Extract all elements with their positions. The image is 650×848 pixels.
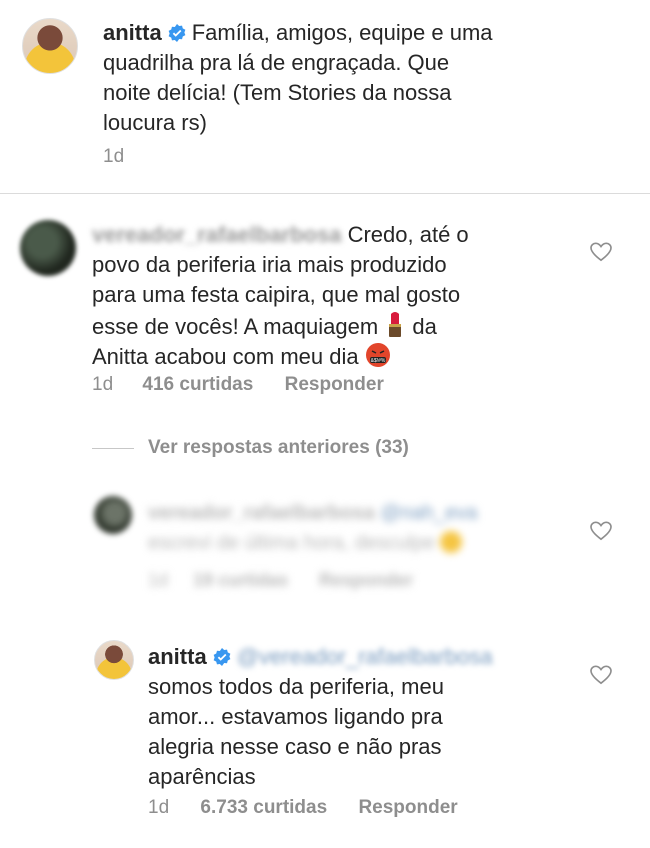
reply2-mention[interactable]: @vereador_rafaelbarbosa <box>237 644 493 669</box>
reply2-time: 1d <box>148 797 170 818</box>
comment1-likes[interactable]: 416 curtidas <box>142 374 253 395</box>
reply2-meta: 1d 6.733 curtidas Responder <box>148 797 458 819</box>
view-previous-replies[interactable]: Ver respostas anteriores (33) <box>148 437 409 459</box>
comment1-body: vereador_rafaelbarbosa Credo, até o povo… <box>92 220 572 372</box>
caption-avatar[interactable] <box>22 18 78 74</box>
reply1-avatar[interactable] <box>94 496 132 534</box>
comment1-avatar[interactable] <box>20 220 76 276</box>
reply2-verified-badge-icon <box>213 648 231 666</box>
reply2-line-3: alegria nesse caso e não pras <box>148 734 442 759</box>
reply1-text: escrevi de última hora, desculpe <box>148 532 435 554</box>
caption-divider <box>0 193 650 194</box>
reply1-time: 1d <box>148 570 169 590</box>
comment1-like-heart-icon[interactable] <box>590 242 612 262</box>
reply2-line-1: somos todos da periferia, meu <box>148 674 444 699</box>
caption-username[interactable]: anitta <box>103 20 162 45</box>
reply1-reply-button[interactable]: Responder <box>319 570 413 590</box>
caption-line-4: loucura rs) <box>103 110 207 135</box>
reply1-likes[interactable]: 19 curtidas <box>193 570 288 590</box>
reply2-line-4: aparências <box>148 764 256 789</box>
comment1-line-4: esse de vocês! A maquiagem <box>92 314 379 339</box>
reply1-emoji-icon <box>440 531 463 553</box>
reply1-meta: 1d 19 curtidas Responder <box>148 570 413 591</box>
reply2-body: anitta @vereador_rafaelbarbosa somos todo… <box>148 642 588 792</box>
cursing-face-emoji-icon: &$!#% <box>365 343 390 367</box>
reply2-reply-button[interactable]: Responder <box>358 797 457 818</box>
svg-text:&$!#%: &$!#% <box>370 358 385 364</box>
comment1-line-2: povo da periferia iria mais produzido <box>92 252 447 277</box>
verified-badge-icon <box>168 24 186 42</box>
caption-time: 1d <box>103 146 125 167</box>
comment1-line-5: da <box>412 314 437 339</box>
reply2-line-2: amor... estavamos ligando pra <box>148 704 443 729</box>
comment1-meta: 1d 416 curtidas Responder <box>92 374 384 396</box>
comment1-line-6: Anitta acabou com meu dia <box>92 344 359 369</box>
comment1-username[interactable]: vereador_rafaelbarbosa <box>92 222 341 247</box>
comment1-line-1: Credo, até o <box>347 222 469 247</box>
reply1-mention[interactable]: @nah_eva <box>380 502 477 524</box>
comment1-reply-button[interactable]: Responder <box>285 374 384 395</box>
reply1-body: vereador_rafaelbarbosa @nah_eva escrevi … <box>148 498 568 558</box>
reply1-username[interactable]: vereador_rafaelbarbosa <box>148 502 375 524</box>
reply2-username[interactable]: anitta <box>148 644 207 669</box>
comment1-line-3: para uma festa caipira, que mal gosto <box>92 282 461 307</box>
reply2-avatar[interactable] <box>94 640 134 680</box>
reply1-like-heart-icon[interactable] <box>590 521 612 541</box>
reply2-like-heart-icon[interactable] <box>590 665 612 685</box>
caption-line-3: noite delícia! (Tem Stories da nossa <box>103 80 452 105</box>
caption-body: anitta Família, amigos, equipe e uma quad… <box>103 18 623 138</box>
comment1-time: 1d <box>92 374 114 395</box>
caption-line-1: Família, amigos, equipe e uma <box>191 20 493 45</box>
caption-line-2: quadrilha pra lá de engraçada. Que <box>103 50 450 75</box>
replies-line <box>92 448 134 449</box>
lipstick-emoji-icon <box>389 312 402 337</box>
reply2-likes[interactable]: 6.733 curtidas <box>200 797 327 818</box>
